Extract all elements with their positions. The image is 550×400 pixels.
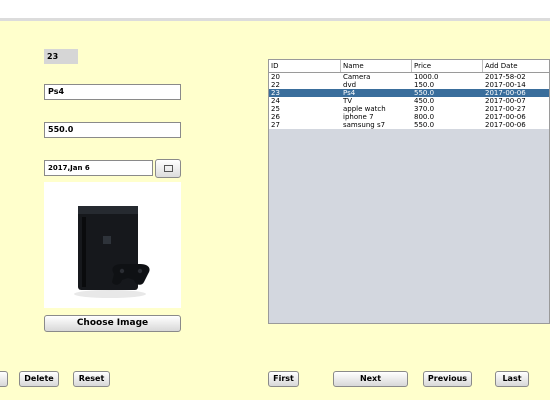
cell-id: 24 [271,97,280,105]
cell-id: 26 [271,113,280,121]
next-button[interactable]: Next [333,371,408,387]
price-field[interactable]: 550.0 [44,122,181,138]
cell-price: 550.0 [414,89,435,97]
date-field[interactable]: 2017,Jan 6 [44,160,153,176]
cell-id: 22 [271,81,280,89]
cell-name: TV [343,97,353,105]
cell-price: 550.0 [414,121,435,129]
cell-id: 23 [271,89,280,97]
partial-button[interactable] [0,371,8,387]
cell-name: iphone 7 [343,113,374,121]
cell-price: 370.0 [414,105,435,113]
table-row[interactable]: 26 iphone 7 800.0 2017-00-06 [269,113,549,121]
table-row[interactable]: 27 samsung s7 550.0 2017-00-06 [269,121,549,129]
cell-add-date: 2017-00-07 [485,97,526,105]
table-row[interactable]: 23 Ps4 550.0 2017-00-06 [269,89,549,97]
cell-price: 800.0 [414,113,435,121]
product-image [44,182,181,308]
cell-price: 450.0 [414,97,435,105]
cell-name: Camera [343,73,371,81]
playstation-console-image [44,182,181,308]
delete-button[interactable]: Delete [19,371,59,387]
last-button[interactable]: Last [495,371,529,387]
top-bar [0,0,550,21]
cell-name: samsung s7 [343,121,386,129]
column-header-add-date[interactable]: Add Date [483,60,549,72]
cell-add-date: 2017-00-27 [485,105,526,113]
cell-name: apple watch [343,105,386,113]
cell-id: 20 [271,73,280,81]
previous-button[interactable]: Previous [423,371,472,387]
cell-id: 27 [271,121,280,129]
first-button[interactable]: First [268,371,299,387]
cell-add-date: 2017-00-06 [485,121,526,129]
cell-price: 150.0 [414,81,435,89]
cell-id: 25 [271,105,280,113]
choose-image-button[interactable]: Choose Image [44,315,181,332]
cell-name: dvd [343,81,357,89]
name-field[interactable]: Ps4 [44,84,181,100]
table-row[interactable]: 20 Camera 1000.0 2017-58-02 [269,73,549,81]
cell-add-date: 2017-00-06 [485,113,526,121]
cell-price: 1000.0 [414,73,439,81]
table-header: ID Name Price Add Date [269,60,549,73]
table-row[interactable]: 24 TV 450.0 2017-00-07 [269,97,549,105]
id-field: 23 [44,49,78,64]
table-body: 20 Camera 1000.0 2017-58-02 22 dvd 150.0 2017-0… [269,73,549,129]
column-header-price[interactable]: Price [412,60,483,72]
calendar-icon [164,165,173,172]
reset-button[interactable]: Reset [73,371,110,387]
column-header-id[interactable]: ID [269,60,341,72]
column-header-name[interactable]: Name [341,60,412,72]
cell-add-date: 2017-00-14 [485,81,526,89]
products-table[interactable]: ID Name Price Add Date 20 Camera 1000.0 201… [268,59,550,324]
table-row[interactable]: 22 dvd 150.0 2017-00-14 [269,81,549,89]
date-picker-button[interactable] [155,159,181,178]
table-row[interactable]: 25 apple watch 370.0 2017-00-27 [269,105,549,113]
cell-add-date: 2017-58-02 [485,73,526,81]
cell-name: Ps4 [343,89,356,97]
cell-add-date: 2017-00-06 [485,89,526,97]
